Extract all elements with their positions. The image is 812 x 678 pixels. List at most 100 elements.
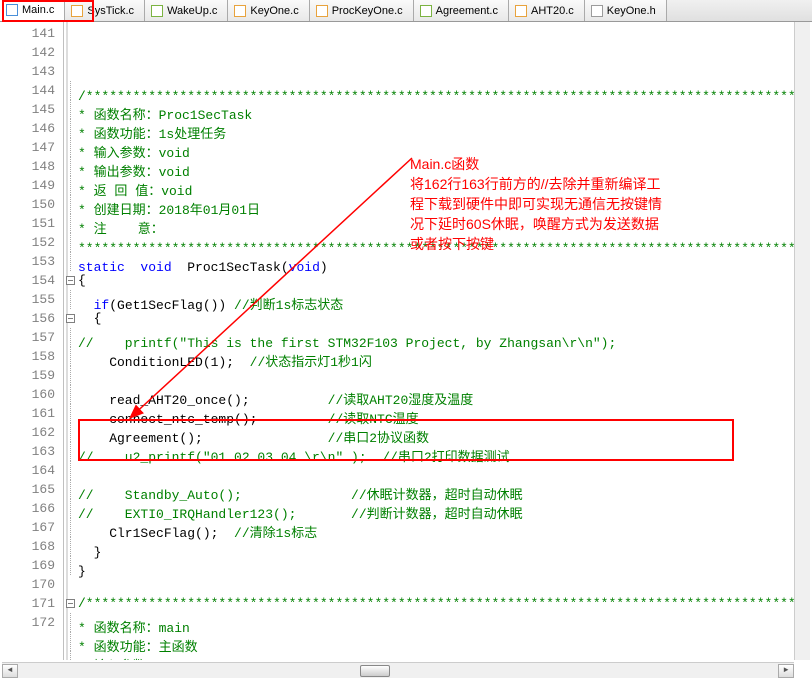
code-line[interactable]: * 函数功能：主函数 — [66, 632, 812, 651]
line-number: 153 — [0, 252, 55, 271]
file-icon — [71, 5, 83, 17]
code-token: //判断1s标志状态 — [234, 298, 343, 313]
tab-aht20-c[interactable]: AHT20.c — [509, 0, 585, 21]
file-icon — [515, 5, 527, 17]
line-number: 162 — [0, 423, 55, 442]
line-number: 150 — [0, 195, 55, 214]
line-number: 148 — [0, 157, 55, 176]
code-line[interactable]: read_AHT20_once(); //读取AHT20湿度及温度 — [66, 385, 812, 404]
tab-main-c[interactable]: Main.c — [0, 0, 65, 21]
line-number: 151 — [0, 214, 55, 233]
fold-line-icon — [66, 233, 75, 252]
fold-line-icon — [66, 176, 75, 195]
code-line[interactable]: /***************************************… — [66, 594, 812, 613]
line-number: 156 — [0, 309, 55, 328]
scroll-right-button[interactable]: ► — [778, 664, 794, 678]
line-number: 159 — [0, 366, 55, 385]
fold-toggle-icon[interactable] — [66, 276, 75, 285]
horizontal-scrollbar[interactable]: ◄ ► — [2, 662, 794, 678]
code-line[interactable]: * 创建日期：2018年01月01日 — [66, 195, 812, 214]
code-token: * 输入参数：void — [78, 659, 190, 660]
code-token: ); — [218, 355, 249, 370]
code-token: void — [289, 260, 320, 275]
line-number: 145 — [0, 100, 55, 119]
vertical-scrollbar[interactable] — [794, 22, 810, 660]
tab-bar: Main.c SysTick.c WakeUp.c KeyOne.c ProcKeyOn… — [0, 0, 812, 22]
scroll-track[interactable] — [18, 664, 778, 678]
line-number: 168 — [0, 537, 55, 556]
fold-line-icon — [66, 138, 75, 157]
code-token: //清除1s标志 — [234, 526, 317, 541]
line-number: 141 — [0, 24, 55, 43]
line-number: 169 — [0, 556, 55, 575]
code-line[interactable]: * 函数功能：1s处理任务 — [66, 119, 812, 138]
fold-line-icon — [66, 195, 75, 214]
fold-line-icon — [66, 81, 75, 100]
line-number: 152 — [0, 233, 55, 252]
tab-wakeup-c[interactable]: WakeUp.c — [145, 0, 228, 21]
code-line[interactable]: * 输入参数：void — [66, 651, 812, 660]
code-line[interactable]: /***************************************… — [66, 81, 812, 100]
tab-label: ProcKeyOne.c — [332, 5, 403, 17]
line-gutter: 1411421431441451461471481491501511521531… — [0, 22, 64, 660]
tab-prockeyone-c[interactable]: ProcKeyOne.c — [310, 0, 414, 21]
code-line[interactable]: Agreement(); //串口2协议函数 — [66, 423, 812, 442]
code-line[interactable]: } — [66, 556, 812, 575]
code-line[interactable]: * 输入参数：void — [66, 138, 812, 157]
fold-line-icon — [66, 404, 75, 423]
line-number: 165 — [0, 480, 55, 499]
code-line[interactable] — [66, 575, 812, 594]
tab-label: Agreement.c — [436, 5, 498, 17]
tab-label: WakeUp.c — [167, 5, 217, 17]
line-number: 171 — [0, 594, 55, 613]
tab-agreement-c[interactable]: Agreement.c — [414, 0, 509, 21]
line-number: 147 — [0, 138, 55, 157]
code-token: void — [140, 260, 171, 275]
fold-line-icon — [66, 537, 75, 556]
fold-line-icon — [66, 328, 75, 347]
code-line[interactable]: * 输出参数：void — [66, 157, 812, 176]
fold-line-icon — [66, 442, 75, 461]
scroll-thumb[interactable] — [360, 665, 390, 677]
code-line[interactable]: // Standby_Auto(); //休眠计数器，超时自动休眠 — [66, 480, 812, 499]
code-line[interactable]: if(Get1SecFlag()) //判断1s标志状态 — [66, 290, 812, 309]
fold-line-icon — [66, 480, 75, 499]
code-line[interactable]: * 返 回 值：void — [66, 176, 812, 195]
line-number: 164 — [0, 461, 55, 480]
code-token: { — [78, 273, 86, 288]
line-number: 154 — [0, 271, 55, 290]
tab-label: KeyOne.c — [250, 5, 298, 17]
tab-keyone-c[interactable]: KeyOne.c — [228, 0, 309, 21]
code-token: //状态指示灯1秒1闪 — [250, 355, 372, 370]
fold-line-icon — [66, 252, 75, 271]
code-area[interactable]: /***************************************… — [64, 22, 812, 660]
file-icon — [316, 5, 328, 17]
code-line[interactable]: // printf("This is the first STM32F103 P… — [66, 328, 812, 347]
line-number: 160 — [0, 385, 55, 404]
code-line[interactable]: ****************************************… — [66, 233, 812, 252]
fold-toggle-icon[interactable] — [66, 599, 75, 608]
code-token: (Get1SecFlag()) — [109, 298, 234, 313]
fold-toggle-icon[interactable] — [66, 314, 75, 323]
fold-line-icon — [66, 366, 75, 385]
line-number: 155 — [0, 290, 55, 309]
tab-systick-c[interactable]: SysTick.c — [65, 0, 145, 21]
line-number: 146 — [0, 119, 55, 138]
code-token: } — [78, 564, 86, 579]
code-line[interactable]: // u2_printf("01 02 03 04.\r\n" ); //串口2… — [66, 442, 812, 461]
code-line[interactable]: // EXTI0_IRQHandler123(); //判断计数器，超时自动休眠 — [66, 499, 812, 518]
line-number: 163 — [0, 442, 55, 461]
fold-line-icon — [66, 100, 75, 119]
tab-keyone-h[interactable]: KeyOne.h — [585, 0, 667, 21]
scroll-left-button[interactable]: ◄ — [2, 664, 18, 678]
fold-line-icon — [66, 347, 75, 366]
tab-label: SysTick.c — [87, 5, 134, 17]
code-line[interactable]: * 函数名称：main — [66, 613, 812, 632]
code-token: { — [78, 311, 101, 326]
fold-line-icon — [66, 423, 75, 442]
code-token: ConditionLED( — [78, 355, 211, 370]
fold-line-icon — [66, 157, 75, 176]
file-icon — [234, 5, 246, 17]
file-icon — [151, 5, 163, 17]
fold-line-icon — [66, 651, 75, 660]
